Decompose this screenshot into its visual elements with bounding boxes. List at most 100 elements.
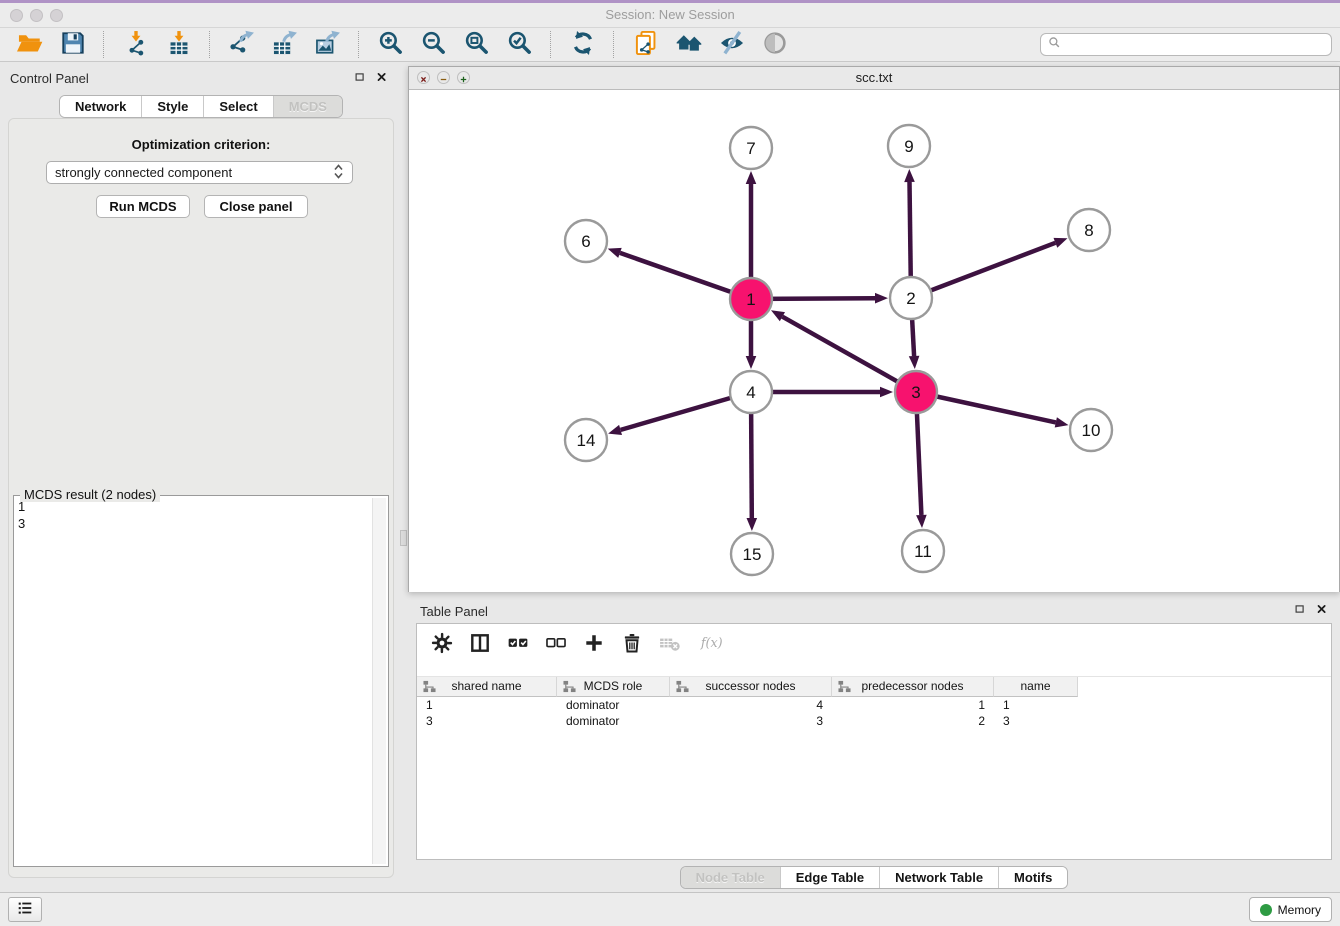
mcds-result-scrollbar[interactable] (372, 498, 386, 864)
tree-icon (838, 680, 851, 699)
toolbar-separator (613, 31, 615, 58)
control-panel-float-icon[interactable] (352, 70, 368, 86)
table-panel-float-icon[interactable] (1292, 602, 1308, 618)
graph-node-14[interactable]: 14 (565, 419, 607, 461)
vertical-splitter-grip[interactable] (400, 530, 407, 546)
memory-button[interactable]: Memory (1249, 897, 1332, 922)
table-panel-close-icon[interactable] (1314, 602, 1330, 618)
graph-edge-2-8[interactable] (911, 243, 1055, 298)
network-home-button[interactable] (670, 30, 707, 60)
table-cell[interactable]: 1 (832, 697, 994, 713)
import-table-button[interactable] (160, 30, 197, 60)
criterion-dropdown[interactable]: strongly connected component (46, 161, 353, 184)
export-table-button[interactable] (266, 30, 303, 60)
tab-network-table[interactable]: Network Table (879, 867, 998, 888)
graph-node-1[interactable]: 1 (730, 278, 772, 320)
column-header-mcds-role[interactable]: MCDS role (557, 677, 670, 697)
table-cell[interactable]: dominator (557, 697, 670, 713)
save-session-button[interactable] (54, 30, 91, 60)
zoom-selected-button[interactable] (501, 30, 538, 60)
column-header-name[interactable]: name (994, 677, 1078, 697)
svg-text:3: 3 (911, 383, 920, 402)
table-cell[interactable]: 1 (417, 697, 557, 713)
control-panel-close-icon[interactable] (374, 70, 390, 86)
tree-icon (676, 680, 689, 699)
graph-node-11[interactable]: 11 (902, 530, 944, 572)
tab-motifs[interactable]: Motifs (998, 867, 1067, 888)
window-title: Session: New Session (0, 7, 1340, 22)
search-input[interactable] (1062, 35, 1325, 55)
network-view-window: scc.txt 7968124314101511 (408, 66, 1340, 592)
graph-node-15[interactable]: 15 (731, 533, 773, 575)
network-close-button[interactable] (417, 71, 430, 84)
table-cell[interactable]: 4 (670, 697, 832, 713)
network-minimize-button[interactable] (437, 71, 450, 84)
export-network-button[interactable] (223, 30, 260, 60)
graph-edge-3-1[interactable] (782, 317, 916, 392)
table-cell[interactable]: dominator (557, 713, 670, 729)
toolbar-separator (358, 31, 360, 58)
window-titlebar: Session: New Session (0, 0, 1340, 28)
table-cell[interactable]: 3 (994, 713, 1078, 729)
select-all-icon (507, 632, 529, 657)
network-home-icon (676, 30, 702, 59)
graph-node-2[interactable]: 2 (890, 277, 932, 319)
table-settings-button[interactable] (427, 630, 457, 658)
tab-style[interactable]: Style (141, 96, 203, 117)
column-header-shared-name[interactable]: shared name (417, 677, 557, 697)
column-header-label: successor nodes (705, 679, 795, 693)
column-header-predecessor-nodes[interactable]: predecessor nodes (832, 677, 994, 697)
run-mcds-button[interactable]: Run MCDS (96, 195, 190, 218)
mcds-result-text[interactable]: 1 3 (18, 498, 370, 864)
graph-node-10[interactable]: 10 (1070, 409, 1112, 451)
toggle-panels-button[interactable] (465, 630, 495, 658)
table-row[interactable]: 1dominator411 (417, 697, 1331, 713)
toggle-birdseye-button[interactable] (756, 30, 793, 60)
table-cell[interactable]: 2 (832, 713, 994, 729)
tab-mcds[interactable]: MCDS (273, 96, 342, 117)
status-bar: Memory (0, 892, 1340, 926)
refresh-layout-button[interactable] (564, 30, 601, 60)
tab-select[interactable]: Select (203, 96, 272, 117)
table-row[interactable]: 3dominator323 (417, 713, 1331, 729)
delete-column-button[interactable] (617, 630, 647, 658)
graph-node-9[interactable]: 9 (888, 125, 930, 167)
copy-network-icon (633, 30, 659, 59)
table-cell[interactable]: 3 (417, 713, 557, 729)
tab-network[interactable]: Network (60, 96, 141, 117)
column-header-label: shared name (451, 679, 521, 693)
network-canvas[interactable]: 7 9 6 8 1 2 4 3 14 10 15 11 (409, 90, 1339, 592)
search-box[interactable] (1040, 33, 1332, 56)
open-session-button[interactable] (11, 30, 48, 60)
node-table-rows: 1dominator4113dominator323 (417, 697, 1331, 729)
graph-node-6[interactable]: 6 (565, 220, 607, 262)
zoom-fit-button[interactable] (458, 30, 495, 60)
task-history-button[interactable] (8, 897, 42, 922)
network-zoom-button[interactable] (457, 71, 470, 84)
tab-edge-table[interactable]: Edge Table (780, 867, 879, 888)
svg-text:9: 9 (904, 137, 913, 156)
hide-graphics-button[interactable] (713, 30, 750, 60)
dropdown-stepper-icon (333, 164, 344, 182)
close-panel-button[interactable]: Close panel (204, 195, 308, 218)
graph-node-3[interactable]: 3 (895, 371, 937, 413)
zoom-out-button[interactable] (415, 30, 452, 60)
tab-node-table[interactable]: Node Table (681, 867, 780, 888)
table-panel: Table Panel f(x) shared nameMCDS rolesuc… (408, 597, 1340, 893)
graph-node-7[interactable]: 7 (730, 127, 772, 169)
svg-text:2: 2 (906, 289, 915, 308)
graph-node-4[interactable]: 4 (730, 371, 772, 413)
table-cell[interactable]: 1 (994, 697, 1078, 713)
graph-node-8[interactable]: 8 (1068, 209, 1110, 251)
column-header-successor-nodes[interactable]: successor nodes (670, 677, 832, 697)
export-image-button[interactable] (309, 30, 346, 60)
table-cell[interactable]: 3 (670, 713, 832, 729)
graph-edge-arrow-2-9 (904, 169, 915, 182)
copy-network-button[interactable] (627, 30, 664, 60)
select-all-button[interactable] (503, 630, 533, 658)
import-table-icon (166, 30, 192, 59)
import-network-button[interactable] (117, 30, 154, 60)
deselect-all-button[interactable] (541, 630, 571, 658)
zoom-in-button[interactable] (372, 30, 409, 60)
add-column-button[interactable] (579, 630, 609, 658)
